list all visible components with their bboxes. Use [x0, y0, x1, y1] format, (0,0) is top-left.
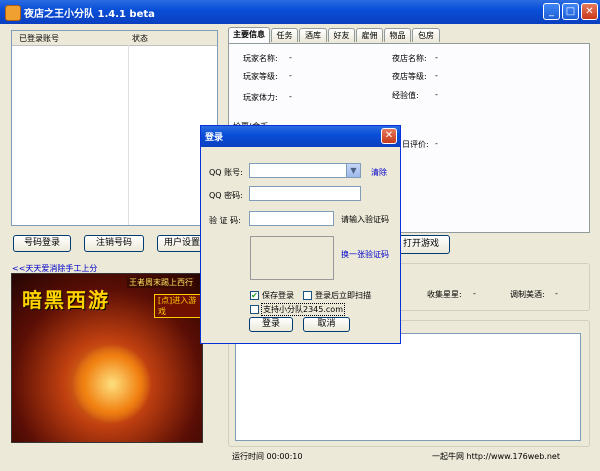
club-name-value: - — [435, 53, 438, 62]
col-account-header[interactable]: 已登录账号 — [19, 33, 59, 44]
dialog-cancel-button[interactable]: 取消 — [303, 317, 350, 332]
drinks-label: 调制美酒: — [510, 290, 545, 299]
clear-link[interactable]: 清除 — [371, 167, 387, 178]
app-icon — [5, 5, 21, 21]
column-divider — [128, 45, 129, 225]
club-name-label: 夜店名称: — [392, 54, 427, 63]
tab-tasks[interactable]: 任务 — [271, 28, 298, 42]
rating-label: 日评价: — [402, 140, 429, 149]
tab-wine-cellar[interactable]: 酒库 — [299, 28, 327, 42]
save-login-label[interactable]: 保存登录 — [262, 290, 294, 301]
dialog-title-bar[interactable]: 登录 ✕ — [201, 126, 400, 147]
minimize-button[interactable]: _ — [543, 3, 560, 20]
ad-banner[interactable]: 王者周末踢上西行 暗黑西游 [点]进入游戏 — [11, 273, 203, 443]
drinks-value: - — [555, 289, 558, 298]
site-status[interactable]: 一起牛网 http://www.176web.net — [432, 451, 560, 462]
login-dialog: 登录 ✕ QQ 账号: ▼ 清除 QQ 密码: 验 证 码: 请输入验证码 换一… — [200, 125, 401, 344]
player-name-value: - — [289, 53, 292, 62]
exp-label: 经验值: — [392, 91, 419, 100]
title-bar[interactable]: 夜店之王小分队 1.4.1 beta _ □ ✕ — [0, 0, 600, 24]
captcha-hint: 请输入验证码 — [341, 215, 389, 224]
player-stamina-label: 玩家体力: — [243, 93, 278, 102]
save-login-checkbox[interactable]: ✔ — [250, 291, 259, 300]
tab-main-info[interactable]: 主要信息 — [228, 27, 270, 43]
tab-items[interactable]: 物品 — [384, 28, 411, 42]
dialog-login-button[interactable]: 登录 — [249, 317, 293, 332]
rating-value: - — [435, 139, 438, 148]
club-level-label: 夜店等级: — [392, 72, 427, 81]
tab-private-rooms[interactable]: 包房 — [412, 28, 440, 42]
logout-number-button[interactable]: 注销号码 — [84, 235, 144, 252]
ad-enter-button[interactable]: [点]进入游戏 — [154, 294, 202, 318]
captcha-input[interactable] — [249, 211, 334, 226]
window-title: 夜店之王小分队 1.4.1 beta — [24, 9, 155, 20]
support-checkbox[interactable] — [250, 305, 259, 314]
account-list-header: 已登录账号 状态 — [12, 31, 217, 46]
maximize-button[interactable]: □ — [562, 3, 579, 20]
stars-value: - — [473, 289, 476, 298]
qq-password-label: QQ 密码: — [209, 191, 243, 200]
ad-glow — [72, 344, 152, 424]
close-button[interactable]: ✕ — [581, 3, 598, 20]
tab-friends[interactable]: 好友 — [328, 28, 355, 42]
ad-tag: 王者周末踢上西行 — [127, 277, 195, 288]
refresh-captcha-link[interactable]: 换一张验证码 — [341, 249, 389, 260]
account-list[interactable]: 已登录账号 状态 — [11, 30, 218, 226]
player-level-label: 玩家等级: — [243, 72, 278, 81]
runtime-status: 运行时间 00:00:10 — [232, 452, 303, 461]
log-textarea[interactable] — [235, 333, 581, 441]
player-stamina-value: - — [289, 92, 292, 101]
captcha-label: 验 证 码: — [209, 216, 241, 225]
qq-password-input[interactable] — [249, 186, 361, 201]
exp-value: - — [435, 90, 438, 99]
ad-title: 暗黑西游 — [22, 288, 110, 312]
support-label[interactable]: 支持小分队2345.com — [261, 303, 345, 316]
player-name-label: 玩家名称: — [243, 54, 278, 63]
dialog-close-icon[interactable]: ✕ — [381, 128, 397, 144]
player-level-value: - — [289, 71, 292, 80]
login-number-button[interactable]: 号码登录 — [13, 235, 71, 252]
club-level-value: - — [435, 71, 438, 80]
qq-account-label: QQ 账号: — [209, 168, 243, 177]
dialog-title: 登录 — [205, 133, 224, 143]
qq-account-select[interactable]: ▼ — [249, 163, 361, 178]
tab-hire[interactable]: 雇佣 — [356, 28, 383, 42]
scan-after-login-label[interactable]: 登录后立即扫描 — [315, 290, 371, 301]
scan-after-login-checkbox[interactable] — [303, 291, 312, 300]
stars-label: 收集星星: — [427, 290, 462, 299]
main-window: 夜店之王小分队 1.4.1 beta _ □ ✕ 已登录账号 状态 号码登录 注… — [0, 0, 600, 471]
captcha-image — [250, 236, 334, 280]
col-status-header[interactable]: 状态 — [132, 33, 148, 44]
chevron-down-icon[interactable]: ▼ — [346, 164, 360, 177]
